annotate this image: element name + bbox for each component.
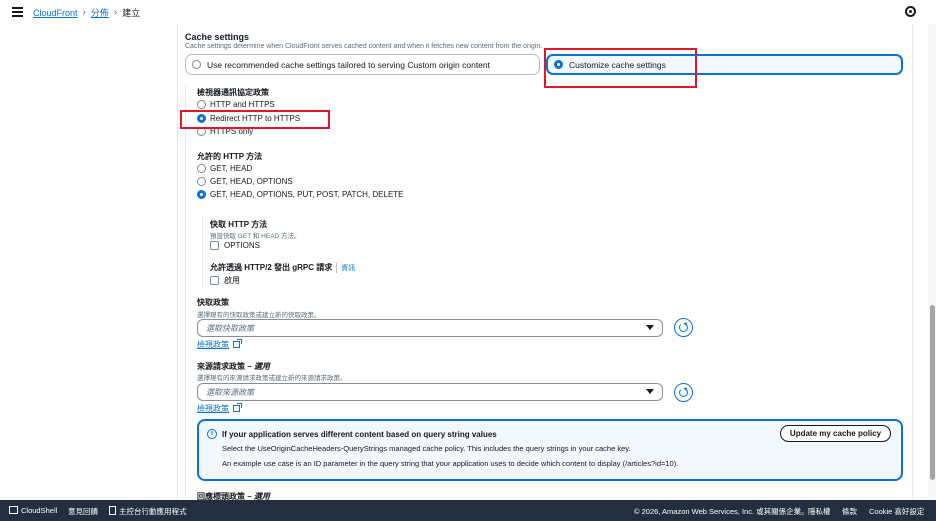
chevron-right-icon: › <box>113 7 118 18</box>
radio-button[interactable] <box>197 164 206 173</box>
footer: CloudShell 意見回饋 主控台行動應用程式 © 2026, Amazon… <box>0 500 936 521</box>
caret-down-icon <box>646 389 654 394</box>
external-link-icon <box>233 339 242 348</box>
select-placeholder: 選取快取政策 <box>206 323 254 333</box>
tile-recommended-settings[interactable]: Use recommended cache settings tailored … <box>185 54 540 75</box>
console-app-label: 主控台行動應用程式 <box>119 507 187 516</box>
info-alert: i If your application serves different c… <box>197 419 903 481</box>
link-label: 檢視政策 <box>197 340 229 349</box>
cloudshell-button[interactable]: CloudShell <box>9 506 57 515</box>
alert-title: If your application serves different con… <box>222 430 497 439</box>
radio-get-head-options[interactable]: GET, HEAD, OPTIONS <box>197 177 293 186</box>
cookie-preferences-link[interactable]: Cookie 喜好設定 <box>869 506 924 517</box>
cache-policy-label: 快取政策 <box>197 298 229 307</box>
feedback-link[interactable]: 意見回饋 <box>68 506 98 517</box>
mobile-icon <box>109 506 116 515</box>
option-label: GET, HEAD, OPTIONS, PUT, POST, PATCH, DE… <box>210 190 404 199</box>
breadcrumb: CloudFront › 分佈 › 建立 <box>33 6 140 19</box>
cache-settings-title: Cache settings <box>185 32 250 42</box>
option-label: GET, HEAD, OPTIONS <box>210 177 293 186</box>
radio-get-head[interactable]: GET, HEAD <box>197 164 252 173</box>
radio-http-https[interactable]: HTTP and HTTPS <box>197 100 275 109</box>
copyright-text: © 2026, Amazon Web Services, Inc. 或其關係企業… <box>634 507 809 516</box>
checkbox[interactable] <box>210 241 219 250</box>
update-cache-policy-button[interactable]: Update my cache policy <box>780 425 891 442</box>
grpc-label: 允許透過 HTTP/2 發出 gRPC 請求 <box>210 263 333 272</box>
option-label: GET, HEAD <box>210 164 253 173</box>
radio-button[interactable] <box>197 100 206 109</box>
menu-icon[interactable] <box>12 7 23 17</box>
sub-indent-line <box>202 215 203 289</box>
origin-request-policy-description: 選擇現有的來源請求政策或建立新的來源請求政策。 <box>197 375 347 382</box>
refresh-origin-policy-button[interactable] <box>674 383 693 402</box>
radio-all-methods[interactable]: GET, HEAD, OPTIONS, PUT, POST, PATCH, DE… <box>197 190 404 199</box>
radio-recommended[interactable] <box>192 60 201 69</box>
option-label: HTTP and HTTPS <box>210 100 275 109</box>
top-bar: CloudFront › 分佈 › 建立 <box>0 0 936 24</box>
content-border-right <box>912 24 913 500</box>
info-icon: i <box>207 429 217 439</box>
breadcrumb-cloudfront[interactable]: CloudFront <box>33 8 78 18</box>
privacy-link[interactable]: 隱私權 <box>808 506 831 517</box>
content-border-left <box>177 24 178 500</box>
viewer-protocol-label: 檢視器通訊協定政策 <box>197 88 269 97</box>
checkbox-grpc-enable[interactable]: 啟用 <box>210 275 240 286</box>
scrollbar-thumb[interactable] <box>930 305 935 480</box>
link-label: 檢視政策 <box>197 404 229 413</box>
terminal-icon <box>9 506 18 514</box>
origin-request-policy-label: 來源請求政策 – 選用 <box>197 361 270 372</box>
view-origin-policies-link[interactable]: 檢視政策 <box>197 403 242 414</box>
view-cache-policies-link[interactable]: 檢視政策 <box>197 339 242 350</box>
alert-line-2: An example use case is an ID parameter i… <box>222 459 679 468</box>
cloudshell-label: CloudShell <box>21 506 58 515</box>
chevron-right-icon: › <box>82 7 86 18</box>
cache-policy-description: 選擇現有的快取政策或建立新的快取政策。 <box>197 312 321 319</box>
breadcrumb-create: 建立 <box>122 8 141 18</box>
label-text: 來源請求政策 – <box>197 362 254 371</box>
grpc-label-row: 允許透過 HTTP/2 發出 gRPC 請求 資訊 <box>210 262 355 273</box>
cache-settings-description: Cache settings determine when CloudFront… <box>185 43 543 50</box>
caret-down-icon <box>646 325 654 330</box>
external-link-icon <box>233 403 242 412</box>
cache-policy-select[interactable]: 選取快取政策 <box>197 319 663 337</box>
select-placeholder: 選取來源政策 <box>206 387 254 397</box>
cache-methods-label: 快取 HTTP 方法 <box>210 220 268 229</box>
checkbox[interactable] <box>210 276 219 285</box>
origin-request-policy-select[interactable]: 選取來源政策 <box>197 383 663 401</box>
highlight-box-customize <box>544 48 697 88</box>
cache-methods-description: 預設快取 GET 和 HEAD 方法。 <box>210 233 301 240</box>
breadcrumb-distributions[interactable]: 分佈 <box>91 6 109 19</box>
allowed-methods-label: 允許的 HTTP 方法 <box>197 152 263 161</box>
alert-line-1: Select the UseOriginCacheHeaders-QuerySt… <box>222 444 631 453</box>
info-link[interactable]: 資訊 <box>336 262 355 273</box>
radio-button[interactable] <box>197 190 206 199</box>
optional-text: 選用 <box>253 362 270 371</box>
radio-button[interactable] <box>197 177 206 186</box>
checkbox-label: 啟用 <box>224 276 240 285</box>
section-indent-line <box>185 86 186 496</box>
tile-recommended-label: Use recommended cache settings tailored … <box>207 59 491 70</box>
highlight-box-redirect <box>180 110 330 129</box>
checkbox-options[interactable]: OPTIONS <box>210 241 260 250</box>
checkbox-label: OPTIONS <box>224 241 261 250</box>
terms-link[interactable]: 條款 <box>842 506 857 517</box>
settings-icon[interactable] <box>905 6 916 17</box>
refresh-cache-policy-button[interactable] <box>674 318 693 337</box>
console-app-link[interactable]: 主控台行動應用程式 <box>109 506 187 517</box>
